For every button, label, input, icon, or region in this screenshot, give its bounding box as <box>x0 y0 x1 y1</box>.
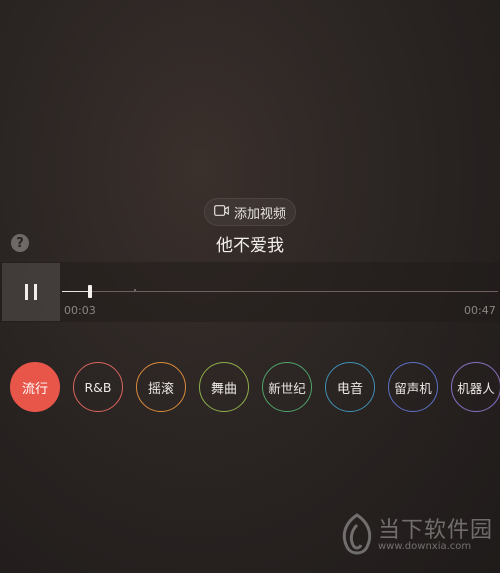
add-video-label: 添加视频 <box>233 206 286 222</box>
video-camera-icon <box>214 204 229 220</box>
genre-button[interactable]: 机器人 <box>451 362 500 412</box>
genre-button[interactable]: 新世纪 <box>262 362 312 412</box>
genre-button[interactable]: 舞曲 <box>199 362 249 412</box>
genre-label: 新世纪 <box>268 380 306 396</box>
song-title: 他不爱我 <box>216 236 284 256</box>
total-time: 00:47 <box>464 304 496 317</box>
genre-label: 舞曲 <box>210 381 237 397</box>
genre-label: 摇滚 <box>147 381 174 397</box>
progress-thumb[interactable] <box>88 285 92 298</box>
progress-marker <box>134 289 136 291</box>
progress-track[interactable] <box>62 291 498 292</box>
genre-button[interactable]: R&B <box>73 362 123 412</box>
watermark-title: 当下软件园 <box>378 518 494 543</box>
genre-button[interactable]: 流行 <box>10 362 60 412</box>
genre-label: R&B <box>84 379 112 395</box>
genre-button[interactable]: 摇滚 <box>136 362 186 412</box>
pause-icon <box>25 284 37 300</box>
genre-button[interactable]: 电音 <box>325 362 375 412</box>
current-time: 00:03 <box>64 304 96 317</box>
add-video-button[interactable]: 添加视频 <box>204 198 296 226</box>
watermark-url: www.downxia.com <box>378 541 472 552</box>
genre-label: 电音 <box>336 381 363 397</box>
genre-button[interactable]: 留声机 <box>388 362 438 412</box>
pause-button[interactable] <box>2 263 60 321</box>
genre-label: 流行 <box>21 381 48 397</box>
watermark-logo-icon <box>342 513 372 555</box>
genre-label: 机器人 <box>457 380 495 396</box>
progress-fill <box>62 291 90 292</box>
genre-label: 留声机 <box>394 380 432 396</box>
